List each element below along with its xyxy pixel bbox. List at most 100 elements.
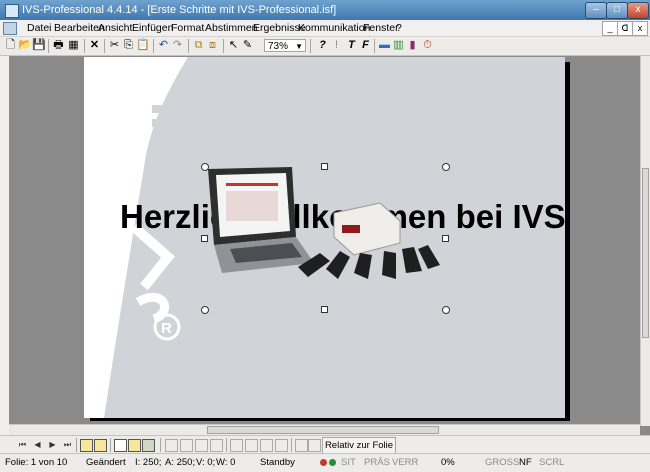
text-icon[interactable]: T xyxy=(345,39,358,52)
cut-icon[interactable]: ✂ xyxy=(108,39,121,52)
undo-icon[interactable]: ↶ xyxy=(157,39,170,52)
a-value: A: 250; xyxy=(165,457,196,468)
gross-indicator: GROSS xyxy=(485,457,520,468)
resize-handle-sw[interactable] xyxy=(201,306,209,314)
product-image[interactable] xyxy=(204,165,444,305)
mode-status: Standby xyxy=(260,457,295,468)
align-top-icon[interactable] xyxy=(230,439,243,452)
align-center-icon[interactable] xyxy=(180,439,193,452)
slide-view-icon[interactable] xyxy=(114,439,127,452)
copy-icon[interactable]: ⎘ xyxy=(122,39,135,52)
scrl-indicator: SCRL xyxy=(539,457,565,468)
previous-slide-button[interactable]: ◀ xyxy=(32,439,43,450)
toolbar-separator xyxy=(84,39,85,53)
distribute-icon[interactable] xyxy=(275,439,288,452)
properties-icon[interactable]: ▦ xyxy=(67,39,80,52)
menu-bar: Datei Bearbeiten Ansicht Einfügen Format… xyxy=(0,20,650,37)
paste-icon[interactable]: 📋 xyxy=(136,39,150,52)
outline-view-icon[interactable] xyxy=(128,439,141,452)
toolbar: 🗋 📂 💾 🖶 ▦ ✕ ✂ ⎘ 📋 ↶ ↷ ⧉ ⧈ ↖ ✎ 73% ▼ ? ! T… xyxy=(0,37,650,56)
mdi-close-button[interactable]: x xyxy=(632,21,648,36)
menu-format[interactable]: Format xyxy=(171,22,204,34)
space-vertical-icon[interactable] xyxy=(308,439,321,452)
next-slide-button[interactable]: ▶ xyxy=(47,439,58,450)
menu-help[interactable]: ? xyxy=(396,22,402,34)
resize-handle-s[interactable] xyxy=(321,306,328,313)
resize-handle-nw[interactable] xyxy=(201,163,209,171)
exclamation-icon[interactable]: ! xyxy=(330,39,343,52)
slide-counter: Folie: 1 von 10 xyxy=(5,457,68,468)
verr-indicator: VERR xyxy=(392,457,419,468)
insert-slide-icon[interactable] xyxy=(80,439,93,452)
align-middle-icon[interactable] xyxy=(245,439,258,452)
window-title: IVS-Professional 4.4.14 - [Erste Schritt… xyxy=(22,4,337,16)
align-right-icon[interactable] xyxy=(195,439,208,452)
progress-percent: 0% xyxy=(441,457,455,468)
vertical-scrollbar[interactable] xyxy=(640,56,650,426)
last-slide-button[interactable]: ⏭ xyxy=(62,439,73,450)
print-icon[interactable]: 🖶 xyxy=(52,39,65,52)
question-icon[interactable]: ? xyxy=(316,39,329,52)
sit-indicator: SIT xyxy=(341,457,356,468)
horizontal-scroll-thumb[interactable] xyxy=(207,426,439,434)
close-button[interactable]: x xyxy=(627,2,649,19)
slide[interactable]: R Herzlich willkommen bei IVS® xyxy=(84,57,565,418)
led-green xyxy=(329,459,336,466)
format-icon[interactable]: F xyxy=(359,39,372,52)
open-icon[interactable]: 📂 xyxy=(18,39,32,52)
align-bottom-icon[interactable] xyxy=(260,439,273,452)
save-icon[interactable]: 💾 xyxy=(32,39,46,52)
pen-icon[interactable]: ✎ xyxy=(241,39,254,52)
app-icon xyxy=(5,4,19,18)
minimize-button[interactable]: – xyxy=(585,2,607,19)
redo-icon[interactable]: ↷ xyxy=(171,39,184,52)
menu-fenster[interactable]: Fenster xyxy=(363,22,399,34)
toolbar-separator xyxy=(110,438,111,452)
toolbar-separator xyxy=(104,39,105,53)
resize-handle-se[interactable] xyxy=(442,306,450,314)
resize-handle-ne[interactable] xyxy=(442,163,450,171)
group-icon[interactable]: ⧉ xyxy=(192,39,205,52)
timer-icon[interactable]: ⏱ xyxy=(421,39,434,52)
v-value: V: 0; xyxy=(196,457,216,468)
toolbar-separator xyxy=(153,39,154,53)
toolbar-separator xyxy=(291,438,292,452)
image-icon[interactable]: ▬ xyxy=(378,39,391,52)
praes-indicator: PRÄS xyxy=(364,457,390,468)
menu-einfuegen[interactable]: Einfügen xyxy=(132,22,173,34)
sorter-view-icon[interactable] xyxy=(142,439,155,452)
relative-to-slide-button[interactable]: Relativ zur Folie xyxy=(322,437,396,454)
resize-handle-e[interactable] xyxy=(442,235,449,242)
align-left-icon[interactable] xyxy=(165,439,178,452)
zoom-select[interactable]: 73% ▼ xyxy=(264,39,306,52)
resize-handle-n[interactable] xyxy=(321,163,328,170)
space-horizontal-icon[interactable] xyxy=(295,439,308,452)
chevron-down-icon: ▼ xyxy=(295,42,303,51)
vertical-scroll-thumb[interactable] xyxy=(642,168,649,338)
laptop-image xyxy=(208,167,314,273)
led-red xyxy=(320,459,327,466)
resize-handle-w[interactable] xyxy=(201,235,208,242)
status-bar: Folie: 1 von 10 Geändert I: 250; A: 250;… xyxy=(0,453,650,472)
delete-icon[interactable]: ✕ xyxy=(88,39,101,52)
select-icon[interactable]: ↖ xyxy=(227,39,240,52)
toolbar-separator xyxy=(188,39,189,53)
mdi-restore-button[interactable]: ᗡ xyxy=(617,21,633,36)
document-icon[interactable] xyxy=(3,22,17,35)
menu-ansicht[interactable]: Ansicht xyxy=(98,22,132,34)
delete-slide-icon[interactable] xyxy=(94,439,107,452)
ungroup-icon[interactable]: ⧈ xyxy=(206,39,219,52)
align-justify-icon[interactable] xyxy=(210,439,223,452)
maximize-button[interactable]: □ xyxy=(606,2,628,19)
menu-kommunikation[interactable]: Kommunikation xyxy=(298,22,370,34)
menu-datei[interactable]: Datei xyxy=(27,22,52,34)
new-icon[interactable]: 🗋 xyxy=(4,39,17,52)
toolbar-separator xyxy=(226,438,227,452)
first-slide-button[interactable]: ⏮ xyxy=(17,439,28,450)
mdi-minimize-button[interactable]: _ xyxy=(602,21,618,36)
bar-chart-icon[interactable]: ▮ xyxy=(406,39,419,52)
chart-icon[interactable]: ▥ xyxy=(392,39,405,52)
menu-abstimmen[interactable]: Abstimmen xyxy=(205,22,258,34)
toolbar-separator xyxy=(160,438,161,452)
nf-indicator: NF xyxy=(519,457,532,468)
